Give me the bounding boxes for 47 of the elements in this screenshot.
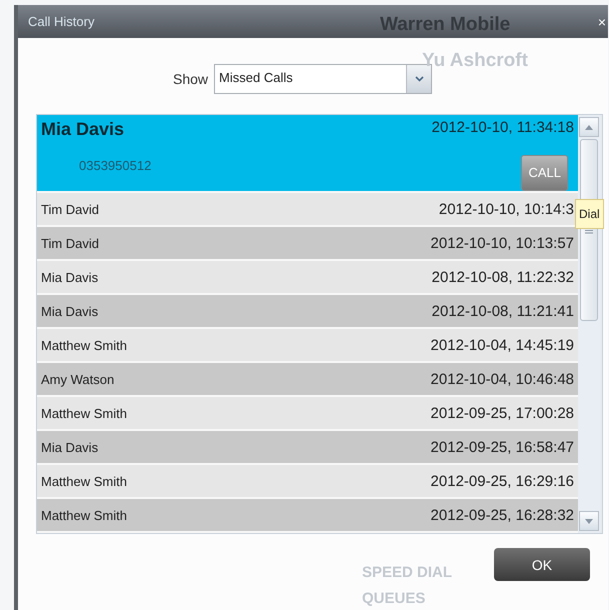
call-row[interactable]: Matthew Smith 2012-09-25, 16:29:16 [37, 465, 578, 499]
caller-name: Tim David [41, 202, 100, 216]
call-time: 2012-09-25, 17:00:28 [430, 404, 574, 422]
show-label: Show [173, 71, 208, 87]
call-time: 2012-10-10, 10:13:57 [430, 234, 574, 252]
scroll-up-icon [585, 124, 593, 130]
caller-name: Matthew Smith [41, 508, 127, 522]
call-time: 2012-10-08, 11:21:41 [432, 302, 574, 320]
call-row[interactable]: Matthew Smith 2012-09-25, 17:00:28 [37, 397, 578, 431]
scrollbar[interactable] [578, 115, 600, 533]
call-row[interactable]: Mia Davis 2012-10-08, 11:21:41 [37, 295, 578, 329]
window-title: Call History [28, 14, 94, 29]
call-time: 2012-10-10, 11:34:18 [432, 119, 574, 138]
caller-name: Tim David [41, 236, 100, 250]
phone-number: 0353950512 [78, 158, 152, 174]
call-time: 2012-09-25, 16:58:47 [430, 438, 574, 456]
call-row[interactable]: Mia Davis 2012-09-25, 16:58:47 [37, 431, 578, 465]
call-time: 2012-10-08, 11:22:32 [432, 268, 574, 286]
call-row[interactable]: Tim David 2012-10-10, 10:13:57 [37, 227, 578, 261]
caller-name: Mia Davis [41, 270, 98, 284]
caller-name: Mia Davis [41, 440, 98, 454]
call-row[interactable]: Amy Watson 2012-10-04, 10:46:48 [37, 363, 578, 397]
call-row[interactable]: Tim David 2012-10-10, 10:14:3 [37, 193, 578, 227]
close-button[interactable]: × [598, 14, 606, 30]
tooltip: Dial [575, 199, 604, 229]
caller-name: Matthew Smith [41, 474, 127, 488]
caller-name: Mia Davis [41, 304, 98, 318]
caller-name: Matthew Smith [41, 406, 127, 420]
call-row[interactable]: Matthew Smith 2012-09-25, 16:28:32 [37, 499, 578, 533]
background-contact-name: Warren Mobile [380, 14, 510, 36]
call-row[interactable]: Matthew Smith 2012-10-04, 14:45:19 [37, 329, 578, 363]
show-dropdown[interactable]: Missed Calls [214, 64, 432, 94]
selected-call-row[interactable]: Mia Davis 2012-10-10, 11:34:18 0353950512 CALL [37, 115, 578, 193]
call-time: 2012-10-04, 10:46:48 [430, 370, 574, 388]
call-row[interactable]: Mia Davis 2012-10-08, 11:22:32 [37, 261, 578, 295]
background-section-label: QUEUES [362, 590, 426, 607]
caller-name: Matthew Smith [41, 338, 127, 352]
call-time: 2012-10-10, 10:14:3 [438, 200, 574, 218]
call-time: 2012-09-25, 16:29:16 [430, 472, 574, 490]
ok-button[interactable]: OK [494, 548, 590, 581]
caller-name: Amy Watson [41, 372, 114, 386]
background-section-label: SPEED DIAL [362, 564, 452, 581]
chevron-down-icon [414, 76, 424, 82]
caller-name: Mia Davis [41, 119, 126, 141]
call-time: 2012-09-25, 16:28:32 [430, 506, 574, 524]
call-time: 2012-10-04, 14:45:19 [430, 336, 574, 354]
scroll-down-icon [585, 518, 593, 524]
